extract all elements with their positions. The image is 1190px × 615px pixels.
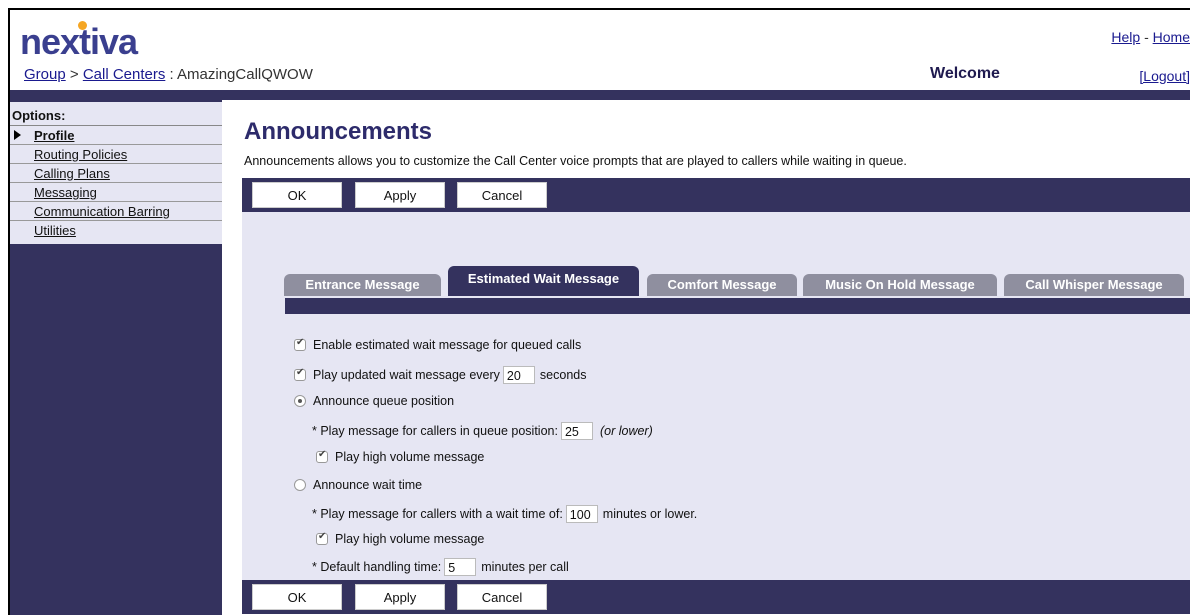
- queue-position-suffix: (or lower): [599, 424, 653, 438]
- sidebar-item-label[interactable]: Messaging: [34, 185, 97, 200]
- tab-entrance-message[interactable]: Entrance Message: [284, 274, 441, 296]
- sidebar-item-label[interactable]: Calling Plans: [34, 166, 110, 181]
- tab-music-on-hold-message[interactable]: Music On Hold Message: [803, 274, 997, 296]
- tab-call-whisper-message[interactable]: Call Whisper Message: [1004, 274, 1184, 296]
- sidebar-item-communication-barring[interactable]: Communication Barring: [10, 202, 222, 221]
- header-bar: [10, 90, 1190, 100]
- enable-wait-message-label: Enable estimated wait message for queued…: [313, 338, 582, 352]
- high-volume-checkbox-1[interactable]: [316, 449, 328, 463]
- page-description: Announcements allows you to customize th…: [244, 154, 907, 168]
- button-bar-top: OK Apply Cancel: [242, 178, 1190, 212]
- apply-button[interactable]: Apply: [355, 584, 445, 610]
- page-title: Announcements: [244, 118, 433, 145]
- announce-wait-row: Announce wait time: [294, 478, 422, 492]
- main-content: Announcements Announcements allows you t…: [232, 100, 1190, 615]
- sidebar-item-utilities[interactable]: Utilities: [10, 221, 222, 239]
- queue-position-input[interactable]: 25: [560, 422, 593, 440]
- wait-time-label: * Play message for callers with a wait t…: [312, 507, 563, 521]
- sidebar-item-label[interactable]: Routing Policies: [34, 147, 127, 162]
- play-updated-checkbox[interactable]: [294, 367, 306, 381]
- sidebar-item-calling-plans[interactable]: Calling Plans: [10, 164, 222, 183]
- announce-position-label: Announce queue position: [313, 394, 455, 408]
- top-links-separator: -: [1144, 29, 1149, 45]
- enable-wait-message-checkbox[interactable]: [294, 337, 306, 351]
- apply-button[interactable]: Apply: [355, 182, 445, 208]
- sidebar-item-routing-policies[interactable]: Routing Policies: [10, 145, 222, 164]
- tab-comfort-message[interactable]: Comfort Message: [647, 274, 797, 296]
- wait-time-suffix: minutes or lower.: [602, 507, 698, 521]
- sidebar-item-label[interactable]: Communication Barring: [34, 204, 170, 219]
- cancel-button[interactable]: Cancel: [457, 182, 547, 208]
- wait-time-row: * Play message for callers with a wait t…: [312, 505, 697, 523]
- high-volume-label-2: Play high volume message: [335, 532, 485, 546]
- play-updated-label: Play updated wait message every: [313, 368, 500, 382]
- handling-time-input[interactable]: 5: [444, 558, 477, 576]
- sidebar-item-label[interactable]: Profile: [34, 128, 74, 143]
- options-menu: Options: Profile Routing Policies Callin…: [10, 102, 222, 244]
- high-volume-checkbox-2[interactable]: [316, 531, 328, 545]
- announce-wait-radio[interactable]: [294, 479, 306, 491]
- handling-time-row: * Default handling time: 5 minutes per c…: [312, 558, 569, 576]
- logout-link[interactable]: [Logout]: [1139, 68, 1190, 84]
- queue-position-label: * Play message for callers in queue posi…: [312, 424, 558, 438]
- announce-position-row: Announce queue position: [294, 394, 454, 408]
- breadcrumb-group-link[interactable]: Group: [24, 66, 66, 83]
- high-volume-row-2: Play high volume message: [316, 531, 485, 546]
- button-bar-bottom: OK Apply Cancel: [242, 580, 1190, 614]
- ok-button[interactable]: OK: [252, 182, 342, 208]
- handling-time-suffix: minutes per call: [481, 560, 569, 574]
- play-updated-seconds-input[interactable]: 20: [502, 366, 535, 384]
- breadcrumb-separator: >: [69, 66, 79, 83]
- sidebar-item-profile[interactable]: Profile: [10, 126, 222, 145]
- cancel-button[interactable]: Cancel: [457, 584, 547, 610]
- home-link[interactable]: Home: [1153, 29, 1190, 45]
- enable-wait-message-row: Enable estimated wait message for queued…: [294, 337, 582, 352]
- sidebar-item-label[interactable]: Utilities: [34, 223, 76, 238]
- play-updated-row: Play updated wait message every 20 secon…: [294, 366, 586, 384]
- logo-dot-icon: [78, 21, 87, 30]
- high-volume-label-1: Play high volume message: [335, 450, 485, 464]
- announce-wait-label: Announce wait time: [313, 478, 423, 492]
- breadcrumb-call-centers-link[interactable]: Call Centers: [83, 66, 166, 83]
- tab-strip: Entrance Message Estimated Wait Message …: [284, 266, 1190, 296]
- breadcrumb: Group > Call Centers : AmazingCallQWOW: [24, 66, 313, 83]
- high-volume-row-1: Play high volume message: [316, 449, 485, 464]
- queue-position-row: * Play message for callers in queue posi…: [312, 422, 653, 440]
- play-updated-suffix: seconds: [539, 368, 587, 382]
- top-links: Help - Home: [1111, 29, 1190, 45]
- help-link[interactable]: Help: [1111, 29, 1140, 45]
- welcome-label: Welcome: [930, 65, 1000, 82]
- breadcrumb-current: AmazingCallQWOW: [177, 66, 313, 83]
- tab-underline-bar: [285, 298, 1190, 314]
- handling-time-label: * Default handling time:: [312, 560, 442, 574]
- options-title: Options:: [10, 102, 222, 126]
- current-item-arrow-icon: [14, 130, 21, 140]
- breadcrumb-separator: :: [169, 66, 174, 83]
- sidebar-item-messaging[interactable]: Messaging: [10, 183, 222, 202]
- settings-panel: Entrance Message Estimated Wait Message …: [242, 212, 1190, 580]
- tab-estimated-wait-message[interactable]: Estimated Wait Message: [448, 266, 639, 296]
- ok-button[interactable]: OK: [252, 584, 342, 610]
- app-frame: nextiva Group > Call Centers : AmazingCa…: [8, 8, 1190, 615]
- nextiva-logo[interactable]: nextiva: [20, 21, 138, 62]
- announce-position-radio[interactable]: [294, 395, 306, 407]
- sidebar: Options: Profile Routing Policies Callin…: [10, 100, 222, 615]
- wait-time-input[interactable]: 100: [565, 505, 598, 523]
